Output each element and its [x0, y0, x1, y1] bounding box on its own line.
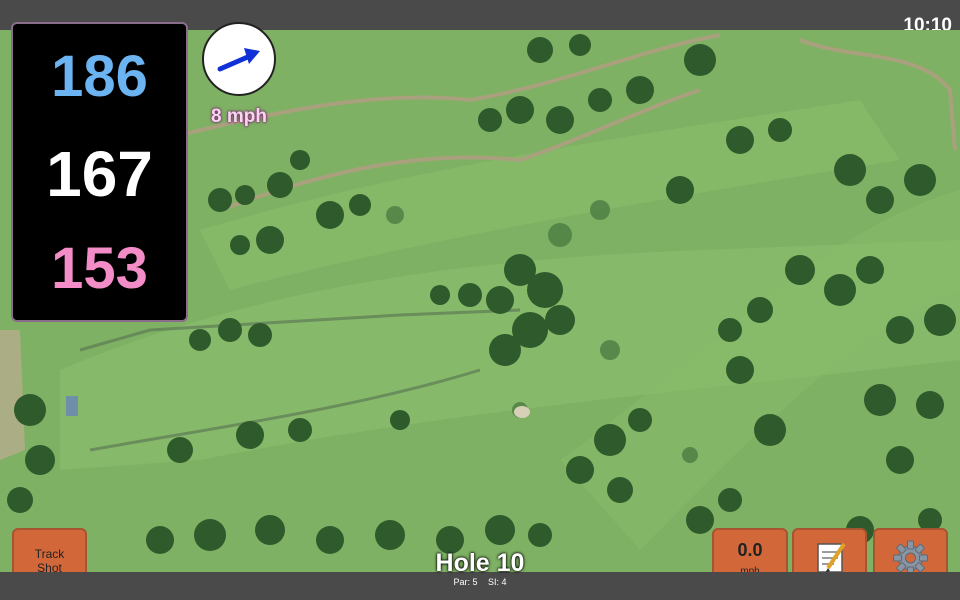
- wind-indicator: [202, 22, 276, 96]
- back-distance: 186: [51, 44, 148, 109]
- middle-distance: 167: [46, 138, 153, 210]
- hole-stroke-index: SI: 4: [488, 577, 507, 587]
- speed-value: 0.0: [737, 540, 763, 560]
- hole-par: Par: 5: [453, 577, 478, 587]
- front-distance: 153: [51, 236, 148, 301]
- hole-info: Par: 5 SI: 4: [380, 577, 580, 587]
- track-shot-label: Track Shot: [34, 547, 65, 575]
- wind-direction-arrow-icon: [217, 48, 260, 72]
- distance-panel: 186 167 153: [11, 22, 188, 322]
- wind-speed: 8 mph: [211, 106, 267, 127]
- hole-title: Hole 10: [435, 549, 525, 577]
